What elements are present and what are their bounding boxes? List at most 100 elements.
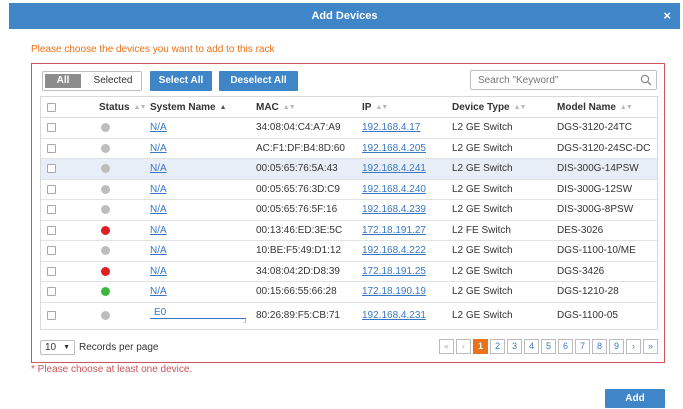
- col-system-name[interactable]: System Name ▲: [150, 97, 254, 117]
- filter-selected-option[interactable]: Selected: [85, 72, 141, 90]
- ip-link[interactable]: 192.168.4.231: [362, 310, 426, 321]
- table-row[interactable]: N/A 00:05:65:76:3D:C9 192.168.4.240 L2 GE S…: [41, 180, 657, 200]
- deselect-all-button[interactable]: Deselect All: [219, 71, 298, 91]
- device-type-cell: L2 GE Switch: [452, 163, 513, 175]
- system-name-link[interactable]: N/A: [150, 204, 167, 215]
- per-page-label: Records per page: [79, 341, 159, 353]
- next-page-button[interactable]: ›: [626, 339, 641, 354]
- table-row[interactable]: N/A 00:05:65:76:5F:16 192.168.4.239 L2 GE S…: [41, 200, 657, 221]
- system-name-link[interactable]: N/A: [150, 286, 167, 297]
- row-checkbox[interactable]: [47, 266, 56, 276]
- row-checkbox[interactable]: [47, 225, 56, 235]
- page-button[interactable]: 3: [507, 339, 522, 354]
- model-name-cell: DGS-1210-28: [557, 286, 619, 298]
- ip-link[interactable]: 172.18.191.27: [362, 225, 426, 236]
- last-page-button[interactable]: »: [643, 339, 658, 354]
- instruction-text: Please choose the devices you want to ad…: [31, 44, 275, 55]
- row-checkbox[interactable]: [47, 246, 56, 256]
- sort-icon: ▲▼: [513, 103, 527, 111]
- system-name-link[interactable]: N/A: [150, 143, 167, 154]
- page-button[interactable]: 9: [609, 339, 624, 354]
- mac-cell: 00:13:46:ED:3E:5C: [256, 224, 343, 236]
- table-row[interactable]: ˩ 80:26:89:F5:CB:71 192.168.4.231 L2 GE Swi…: [41, 303, 657, 329]
- resize-handle-icon[interactable]: ˩: [150, 318, 246, 325]
- status-cell: [99, 303, 149, 329]
- system-name-link[interactable]: N/A: [150, 245, 167, 256]
- row-checkbox[interactable]: [47, 311, 56, 320]
- ip-link[interactable]: 192.168.4.240: [362, 184, 426, 195]
- system-name-cell: N/A: [150, 282, 254, 302]
- table-row[interactable]: N/A 00:13:46:ED:3E:5C 172.18.191.27 L2 FE S…: [41, 221, 657, 241]
- mac-cell: 00:05:65:76:3D:C9: [256, 183, 340, 195]
- col-device-type[interactable]: Device Type ▲▼: [452, 97, 556, 117]
- page-button[interactable]: 1: [473, 339, 488, 354]
- system-name-cell: N/A: [150, 200, 254, 220]
- model-name-cell: DGS-3120-24SC-DC: [557, 142, 651, 154]
- devices-table: Status ▲▼ System Name ▲ MAC ▲▼ IP ▲▼ Device …: [40, 96, 658, 330]
- page-button[interactable]: 5: [541, 339, 556, 354]
- system-name-link[interactable]: N/A: [150, 225, 167, 236]
- col-model-name[interactable]: Model Name ▲▼: [557, 97, 657, 117]
- close-icon[interactable]: ×: [663, 8, 671, 23]
- header-checkbox[interactable]: [47, 102, 56, 112]
- system-name-link[interactable]: N/A: [150, 163, 167, 174]
- page-button[interactable]: 4: [524, 339, 539, 354]
- add-button[interactable]: Add: [605, 389, 665, 408]
- row-checkbox[interactable]: [47, 143, 56, 153]
- ip-link[interactable]: 172.18.191.25: [362, 266, 426, 277]
- sort-icon: ▲▼: [619, 103, 633, 111]
- col-device-type-label: Device Type: [452, 101, 510, 113]
- system-name-link[interactable]: N/A: [150, 266, 167, 277]
- per-page-select[interactable]: 10 ▼: [40, 339, 75, 355]
- row-checkbox[interactable]: [47, 287, 56, 297]
- ip-cell: 192.168.4.222: [362, 241, 452, 261]
- search-box: [470, 70, 657, 90]
- col-mac-label: MAC: [256, 101, 279, 113]
- col-mac[interactable]: MAC ▲▼: [256, 97, 360, 117]
- row-checkbox[interactable]: [47, 184, 56, 194]
- table-row[interactable]: N/A 00:15:66:55:66:28 172.18.190.19 L2 GE S…: [41, 282, 657, 303]
- system-name-link[interactable]: N/A: [150, 184, 167, 195]
- row-checkbox[interactable]: [47, 164, 56, 174]
- table-row[interactable]: N/A AC:F1:DF:B4:8D:60 192.168.4.205 L2 GE S…: [41, 139, 657, 159]
- table-row[interactable]: N/A 34:08:04:C4:A7:A9 192.168.4.17 L2 GE Sw…: [41, 118, 657, 139]
- table-row[interactable]: N/A 00:05:65:76:5A:43 192.168.4.241 L2 GE S…: [41, 159, 657, 180]
- search-icon[interactable]: [640, 74, 652, 86]
- sort-icon: ▲▼: [282, 103, 296, 111]
- mac-cell: 00:05:65:76:5F:16: [256, 204, 338, 216]
- filter-all-option[interactable]: All: [45, 74, 81, 88]
- system-name-cell: N/A: [150, 241, 254, 261]
- system-name-link[interactable]: N/A: [150, 122, 167, 133]
- ip-link[interactable]: 172.18.190.19: [362, 286, 426, 297]
- first-page-button[interactable]: «: [439, 339, 454, 354]
- col-status[interactable]: Status ▲▼: [99, 97, 149, 117]
- row-checkbox-cell: [47, 139, 67, 159]
- select-all-button[interactable]: Select All: [150, 71, 212, 91]
- model-name-cell: DGS-3426: [557, 265, 605, 277]
- device-type-cell: L2 GE Switch: [452, 122, 513, 134]
- ip-link[interactable]: 192.168.4.239: [362, 204, 426, 215]
- device-type-cell: L2 GE Switch: [452, 310, 513, 321]
- search-input[interactable]: [471, 71, 631, 89]
- device-type-cell: L2 GE Switch: [452, 183, 513, 195]
- row-checkbox[interactable]: [47, 205, 56, 215]
- page-button[interactable]: 2: [490, 339, 505, 354]
- row-checkbox-cell: [47, 282, 67, 302]
- page-button[interactable]: 8: [592, 339, 607, 354]
- ip-link[interactable]: 192.168.4.241: [362, 163, 426, 174]
- page-button[interactable]: 6: [558, 339, 573, 354]
- prev-page-button[interactable]: ‹: [456, 339, 471, 354]
- row-checkbox[interactable]: [47, 123, 56, 133]
- table-row[interactable]: N/A 34:08:04:2D:D8:39 172.18.191.25 L2 GE S…: [41, 262, 657, 282]
- system-name-input[interactable]: [150, 307, 246, 319]
- mac-cell: 34:08:04:2D:D8:39: [256, 265, 340, 277]
- table-row[interactable]: N/A 10:BE:F5:49:D1:12 192.168.4.222 L2 GE S…: [41, 241, 657, 262]
- model-name-cell: DGS-1100-05: [557, 310, 618, 321]
- device-type-cell: L2 FE Switch: [452, 224, 511, 236]
- col-ip[interactable]: IP ▲▼: [362, 97, 452, 117]
- status-dot-icon: [101, 246, 110, 256]
- page-button[interactable]: 7: [575, 339, 590, 354]
- ip-link[interactable]: 192.168.4.222: [362, 245, 426, 256]
- ip-link[interactable]: 192.168.4.205: [362, 143, 426, 154]
- ip-link[interactable]: 192.168.4.17: [362, 122, 420, 133]
